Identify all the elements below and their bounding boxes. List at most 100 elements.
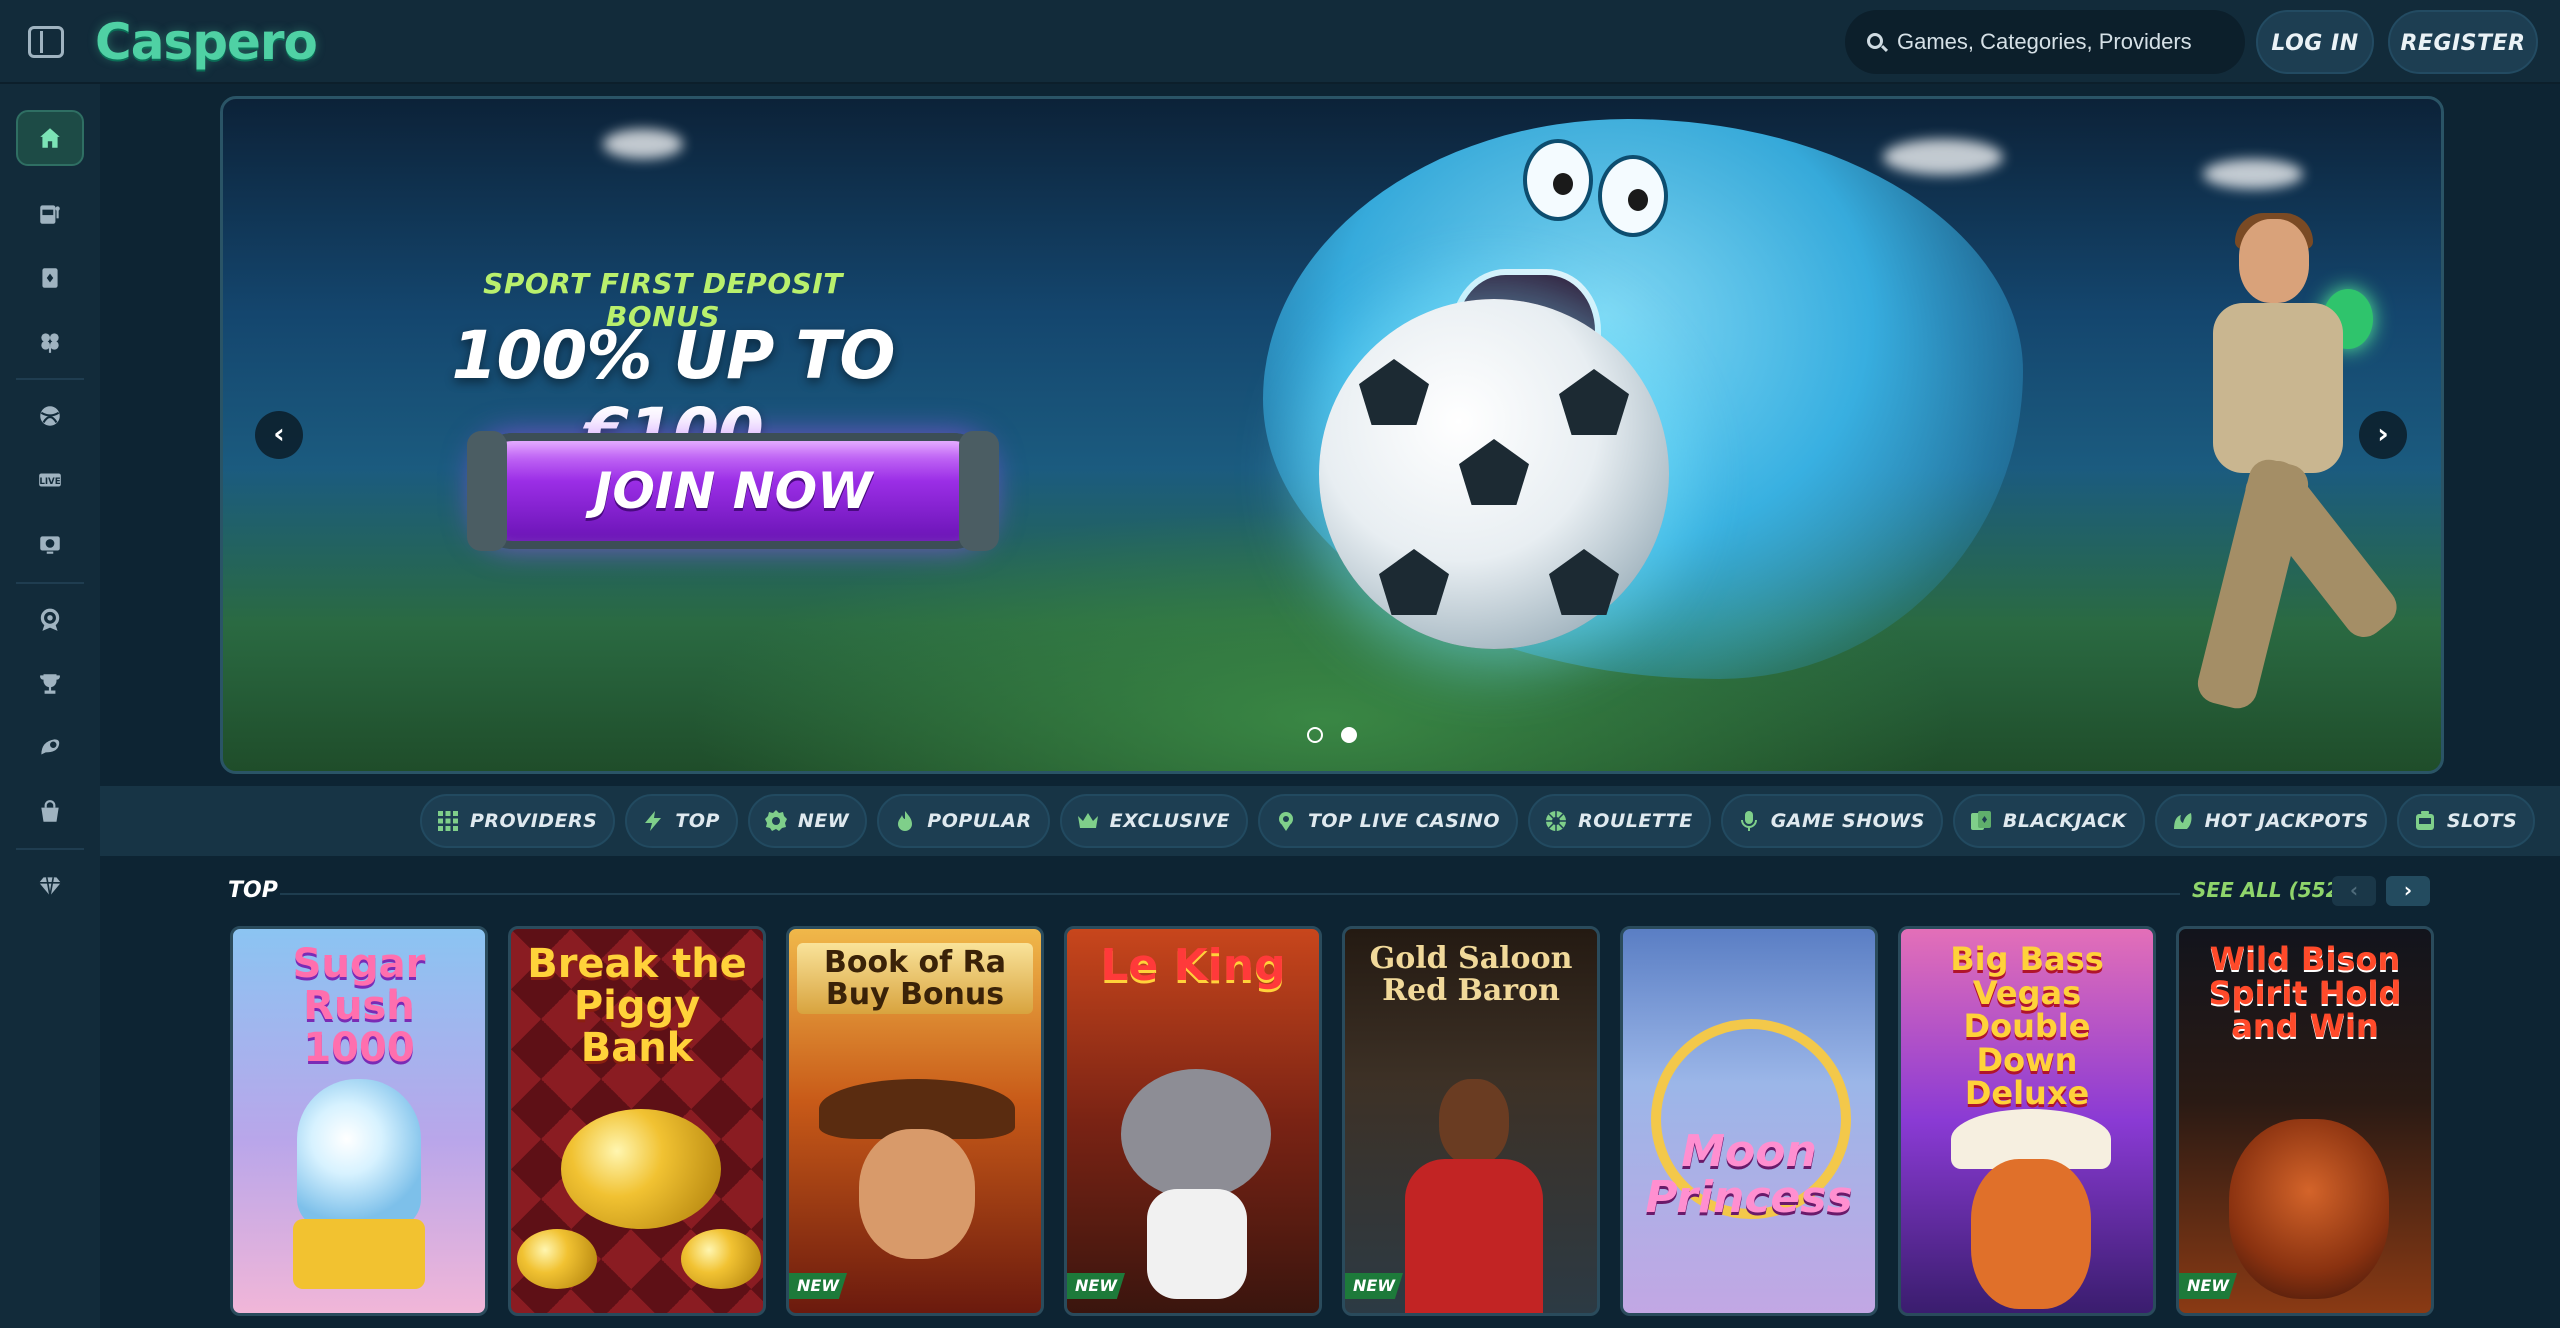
search-input[interactable] [1897,10,2227,74]
category-exclusive[interactable]: EXCLUSIVE [1059,794,1248,848]
sidebar-item-vip[interactable] [16,858,84,914]
sidebar-item-sports[interactable] [16,388,84,444]
player-head [2239,219,2309,303]
game-card-sugar-rush[interactable]: Sugar Rush 1000 [230,926,488,1316]
join-now-button[interactable]: JOIN NOW [467,431,999,551]
game-title: Wild Bison Spirit Hold and Win [2208,940,2402,1046]
search-icon [1867,33,1883,49]
game-title: Sugar Rush 1000 [292,941,426,1071]
game-title: Gold Saloon Red Baron [1369,941,1573,1008]
game-title: Break the Piggy Bank [527,941,747,1071]
logo[interactable]: Caspero [95,12,318,72]
category-game-shows[interactable]: GAME SHOWS [1720,794,1943,848]
games-prev-button[interactable]: ‹ [2332,876,2376,906]
sidebar-item-home[interactable] [16,110,84,166]
category-label: EXCLUSIVE [1109,810,1230,832]
sidebar-item-virtual[interactable] [16,516,84,572]
sidebar-toggle-icon[interactable] [28,26,64,58]
carousel-dot[interactable] [1307,727,1323,743]
trophy-icon [37,671,63,697]
sidebar: LIVE [0,84,100,1328]
category-top[interactable]: TOP [625,794,738,848]
search-bar[interactable] [1845,10,2245,74]
piggy-image [681,1229,761,1289]
game-card-le-king[interactable]: Le King NEW [1064,926,1322,1316]
game-card-moon-princess[interactable]: Moon Princess [1620,926,1878,1316]
shop-icon [37,799,63,825]
see-all-link[interactable]: SEE ALL (552) [2192,878,2349,902]
app: Caspero LOG IN REGISTER [0,0,2560,1328]
game-card-break-the-piggy-bank[interactable]: Break the Piggy Bank [508,926,766,1316]
host-jacket-image [1405,1159,1543,1313]
sidebar-item-providers[interactable] [16,592,84,648]
category-label: POPULAR [927,810,1032,832]
banner-next-button[interactable]: › [2359,411,2407,459]
raccoon-body-image [1147,1189,1247,1299]
piggy-image [517,1229,597,1289]
game-card-gold-saloon-red-baron[interactable]: Gold Saloon Red Baron NEW [1342,926,1600,1316]
carousel-dots [223,727,2441,743]
header: Caspero LOG IN REGISTER [0,0,2560,84]
category-label: HOT JACKPOTS [2204,810,2369,832]
category-label: ROULETTE [1578,810,1693,832]
section-divider [280,893,2180,895]
carousel-dot-active[interactable] [1341,727,1357,743]
game-list: Sugar Rush 1000 Break the Piggy Bank Boo… [230,926,2434,1316]
card-icon [37,265,63,291]
game-title: Moon Princess [1645,1126,1853,1224]
sidebar-item-shop[interactable] [16,784,84,840]
vip-diamond-icon [37,873,63,899]
category-list: PROVIDERS TOP NEW POPULAR EXCLUSIVE TOP … [420,794,2536,848]
ball-panel [1549,549,1619,615]
ghost-eye [1598,155,1668,237]
sidebar-item-bonus[interactable] [16,720,84,776]
stadium-light [603,129,683,159]
sidebar-divider [16,582,84,584]
category-providers[interactable]: PROVIDERS [420,794,616,848]
banner-prev-button[interactable]: ‹ [255,411,303,459]
category-blackjack[interactable]: BLACKJACK [1952,794,2145,848]
sidebar-item-lucky[interactable] [16,314,84,370]
bison-image [2229,1119,2389,1299]
piggy-image [561,1109,721,1229]
sidebar-item-live[interactable]: LIVE [16,452,84,508]
sports-ball-icon [37,403,63,429]
gumball-machine-image [297,1079,421,1229]
home-icon [37,125,63,151]
category-label: GAME SHOWS [1770,810,1925,832]
register-button[interactable]: REGISTER [2388,10,2538,74]
live-icon: LIVE [37,467,63,493]
sidebar-item-tournaments[interactable] [16,656,84,712]
sidebar-item-slots[interactable] [16,186,84,242]
category-top-live-casino[interactable]: TOP LIVE CASINO [1257,794,1519,848]
live-pin-icon [1274,809,1298,833]
category-hot-jackpots[interactable]: HOT JACKPOTS [2154,794,2387,848]
category-roulette[interactable]: ROULETTE [1528,794,1711,848]
game-title: Big Bass Vegas Double Down Deluxe [1950,940,2104,1113]
game-card-book-of-ra[interactable]: Book of Ra Buy Bonus NEW [786,926,1044,1316]
clover-icon [37,329,63,355]
virtual-sports-icon [37,531,63,557]
sidebar-item-table-games[interactable] [16,250,84,306]
category-popular[interactable]: POPULAR [877,794,1050,848]
lightning-icon [641,809,665,833]
svg-text:LIVE: LIVE [39,477,60,487]
roulette-icon [1544,809,1568,833]
category-label: BLACKJACK [2002,810,2127,832]
games-next-button[interactable]: › [2386,876,2430,906]
player-torso [2213,303,2343,473]
new-badge-icon [764,809,788,833]
ball-panel [1559,369,1629,435]
category-bar: PROVIDERS TOP NEW POPULAR EXCLUSIVE TOP … [100,786,2560,856]
login-button[interactable]: LOG IN [2256,10,2374,74]
category-slots[interactable]: SLOTS [2396,794,2536,848]
game-title: Book of Ra Buy Bonus [797,943,1033,1014]
promo-banner[interactable]: SPORT FIRST DEPOSIT BONUS 100% UP TO €10… [220,96,2444,774]
category-new[interactable]: NEW [747,794,868,848]
jackpot-icon [2171,809,2195,833]
game-card-wild-bison-spirit[interactable]: Wild Bison Spirit Hold and Win NEW [2176,926,2434,1316]
grid-icon [436,809,460,833]
host-face-image [1439,1079,1509,1165]
game-card-big-bass-vegas[interactable]: Big Bass Vegas Double Down Deluxe [1898,926,2156,1316]
new-badge: NEW [2179,1273,2237,1299]
